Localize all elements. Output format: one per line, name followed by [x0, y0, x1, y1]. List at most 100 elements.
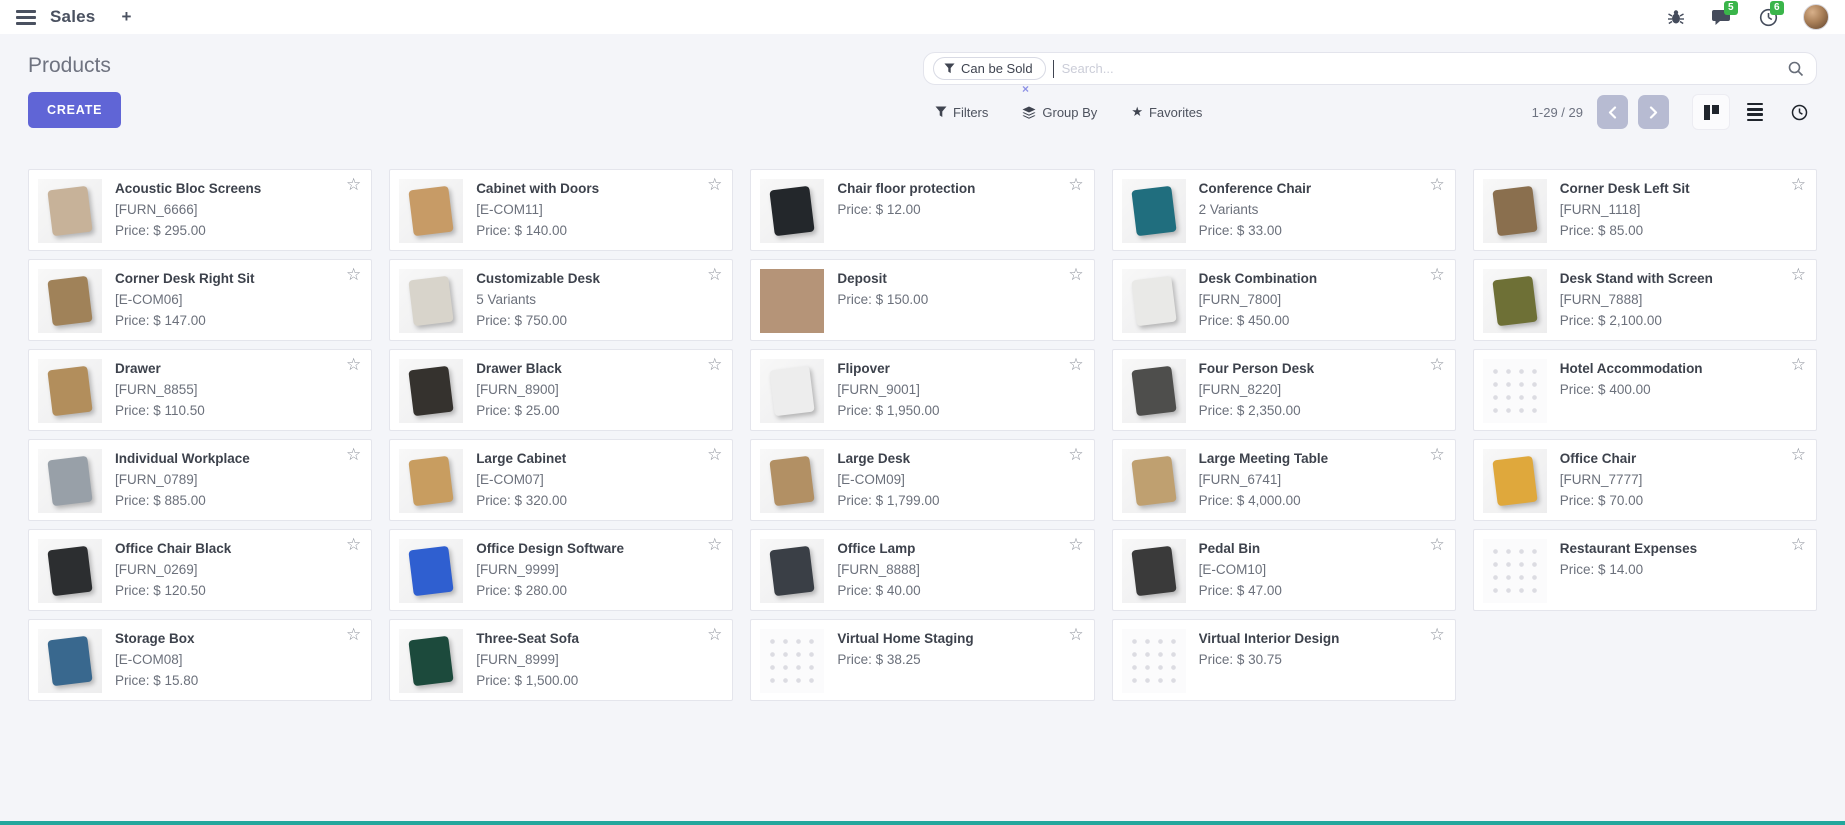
list-view-button[interactable] — [1737, 95, 1773, 129]
product-price: Price: $ 1,799.00 — [837, 493, 939, 508]
product-card[interactable]: Deposit Price: $ 150.00 ☆ — [750, 259, 1094, 341]
product-card[interactable]: Corner Desk Right Sit [E-COM06] Price: $… — [28, 259, 372, 341]
favorite-star-icon[interactable]: ☆ — [1791, 176, 1806, 193]
product-card-body: Hotel Accommodation Price: $ 400.00 — [1547, 359, 1729, 421]
product-image-shape — [409, 456, 454, 507]
activities-menu[interactable]: 6 — [1757, 6, 1779, 28]
messages-menu[interactable]: 5 — [1711, 6, 1733, 28]
favorite-star-icon[interactable]: ☆ — [1791, 356, 1806, 373]
product-card[interactable]: Virtual Home Staging Price: $ 38.25 ☆ — [750, 619, 1094, 701]
product-card[interactable]: Storage Box [E-COM08] Price: $ 15.80 ☆ — [28, 619, 372, 701]
activity-view-button[interactable] — [1781, 95, 1817, 129]
favorite-star-icon[interactable]: ☆ — [1791, 266, 1806, 283]
product-card[interactable]: Acoustic Bloc Screens [FURN_6666] Price:… — [28, 169, 372, 251]
product-card[interactable]: Customizable Desk 5 Variants Price: $ 75… — [389, 259, 733, 341]
favorite-star-icon[interactable]: ☆ — [346, 536, 361, 553]
favorite-star-icon[interactable]: ☆ — [1068, 536, 1083, 553]
search-bar[interactable]: Can be Sold × — [923, 52, 1817, 85]
search-facet-can-be-sold[interactable]: Can be Sold — [933, 57, 1046, 80]
product-card[interactable]: Corner Desk Left Sit [FURN_1118] Price: … — [1473, 169, 1817, 251]
favorite-star-icon[interactable]: ☆ — [1430, 266, 1445, 283]
product-card[interactable]: Drawer [FURN_8855] Price: $ 110.50 ☆ — [28, 349, 372, 431]
product-card[interactable]: Desk Stand with Screen [FURN_7888] Price… — [1473, 259, 1817, 341]
favorite-star-icon[interactable]: ☆ — [1791, 446, 1806, 463]
product-card[interactable]: Individual Workplace [FURN_0789] Price: … — [28, 439, 372, 521]
breadcrumb[interactable]: Products — [28, 54, 121, 78]
product-card[interactable]: Desk Combination [FURN_7800] Price: $ 45… — [1112, 259, 1456, 341]
group-by-button[interactable]: Group By — [1022, 105, 1097, 120]
favorite-star-icon[interactable]: ☆ — [707, 356, 722, 373]
app-title[interactable]: Sales — [50, 7, 95, 27]
product-card[interactable]: Restaurant Expenses Price: $ 14.00 ☆ — [1473, 529, 1817, 611]
product-image — [1122, 539, 1186, 603]
product-code: 2 Variants — [1199, 202, 1338, 217]
product-image — [760, 359, 824, 423]
favorite-star-icon[interactable]: ☆ — [707, 446, 722, 463]
create-button[interactable]: CREATE — [28, 92, 121, 128]
product-card[interactable]: Office Design Software [FURN_9999] Price… — [389, 529, 733, 611]
favorite-star-icon[interactable]: ☆ — [707, 626, 722, 643]
plus-tab-icon[interactable]: + — [121, 7, 131, 27]
product-name: Corner Desk Right Sit — [115, 271, 281, 286]
favorite-star-icon[interactable]: ☆ — [346, 266, 361, 283]
pager-next-button[interactable] — [1638, 95, 1669, 129]
chevron-right-icon — [1649, 106, 1658, 119]
favorite-star-icon[interactable]: ☆ — [346, 356, 361, 373]
product-card[interactable]: Hotel Accommodation Price: $ 400.00 ☆ — [1473, 349, 1817, 431]
product-image — [1122, 449, 1186, 513]
product-card[interactable]: Conference Chair 2 Variants Price: $ 33.… — [1112, 169, 1456, 251]
product-image — [399, 269, 463, 333]
product-card[interactable]: Drawer Black [FURN_8900] Price: $ 25.00 … — [389, 349, 733, 431]
favorite-star-icon[interactable]: ☆ — [346, 176, 361, 193]
product-code: [E-COM06] — [115, 292, 281, 307]
product-image-shape — [1131, 186, 1176, 237]
product-card[interactable]: Cabinet with Doors [E-COM11] Price: $ 14… — [389, 169, 733, 251]
product-card[interactable]: Three-Seat Sofa [FURN_8999] Price: $ 1,5… — [389, 619, 733, 701]
product-image-shape — [1131, 366, 1176, 417]
favorite-star-icon[interactable]: ☆ — [1430, 356, 1445, 373]
search-input[interactable] — [1054, 61, 1788, 76]
product-card[interactable]: Office Lamp [FURN_8888] Price: $ 40.00 ☆ — [750, 529, 1094, 611]
favorite-star-icon[interactable]: ☆ — [1430, 626, 1445, 643]
product-card[interactable]: Large Desk [E-COM09] Price: $ 1,799.00 ☆ — [750, 439, 1094, 521]
user-avatar[interactable] — [1803, 4, 1829, 30]
messages-badge: 5 — [1724, 1, 1738, 15]
product-card[interactable]: Large Cabinet [E-COM07] Price: $ 320.00 … — [389, 439, 733, 521]
pager-previous-button[interactable] — [1597, 95, 1628, 129]
filters-button[interactable]: Filters — [935, 105, 988, 120]
favorite-star-icon[interactable]: ☆ — [1430, 176, 1445, 193]
product-card[interactable]: Pedal Bin [E-COM10] Price: $ 47.00 ☆ — [1112, 529, 1456, 611]
favorites-button[interactable]: ★ Favorites — [1131, 104, 1202, 120]
product-card[interactable]: Office Chair Black [FURN_0269] Price: $ … — [28, 529, 372, 611]
product-card-body: Office Chair Black [FURN_0269] Price: $ … — [102, 539, 257, 601]
favorite-star-icon[interactable]: ☆ — [707, 266, 722, 283]
product-image — [38, 269, 102, 333]
favorite-star-icon[interactable]: ☆ — [707, 176, 722, 193]
product-card[interactable]: Four Person Desk [FURN_8220] Price: $ 2,… — [1112, 349, 1456, 431]
product-card[interactable]: Large Meeting Table [FURN_6741] Price: $… — [1112, 439, 1456, 521]
favorite-star-icon[interactable]: ☆ — [1430, 446, 1445, 463]
product-image-shape — [1131, 276, 1176, 327]
favorite-star-icon[interactable]: ☆ — [1068, 356, 1083, 373]
favorite-star-icon[interactable]: ☆ — [346, 626, 361, 643]
favorite-star-icon[interactable]: ☆ — [346, 446, 361, 463]
kanban-view-button[interactable] — [1693, 95, 1729, 129]
product-card[interactable]: Chair floor protection Price: $ 12.00 ☆ — [750, 169, 1094, 251]
favorite-star-icon[interactable]: ☆ — [1068, 446, 1083, 463]
favorite-star-icon[interactable]: ☆ — [1791, 536, 1806, 553]
favorite-star-icon[interactable]: ☆ — [1068, 626, 1083, 643]
favorite-star-icon[interactable]: ☆ — [1430, 536, 1445, 553]
product-card[interactable]: Virtual Interior Design Price: $ 30.75 ☆ — [1112, 619, 1456, 701]
favorite-star-icon[interactable]: ☆ — [1068, 176, 1083, 193]
favorite-star-icon[interactable]: ☆ — [707, 536, 722, 553]
apps-menu-icon[interactable] — [16, 10, 36, 25]
product-image — [1122, 269, 1186, 333]
favorite-star-icon[interactable]: ☆ — [1068, 266, 1083, 283]
product-card-body: Large Desk [E-COM09] Price: $ 1,799.00 — [824, 449, 939, 511]
product-card[interactable]: Office Chair [FURN_7777] Price: $ 70.00 … — [1473, 439, 1817, 521]
search-icon[interactable] — [1788, 61, 1804, 77]
product-card[interactable]: Flipover [FURN_9001] Price: $ 1,950.00 ☆ — [750, 349, 1094, 431]
debug-bug-icon[interactable] — [1665, 6, 1687, 28]
product-price: Price: $ 30.75 — [1199, 652, 1366, 667]
facet-remove-icon[interactable]: × — [1022, 82, 1029, 96]
